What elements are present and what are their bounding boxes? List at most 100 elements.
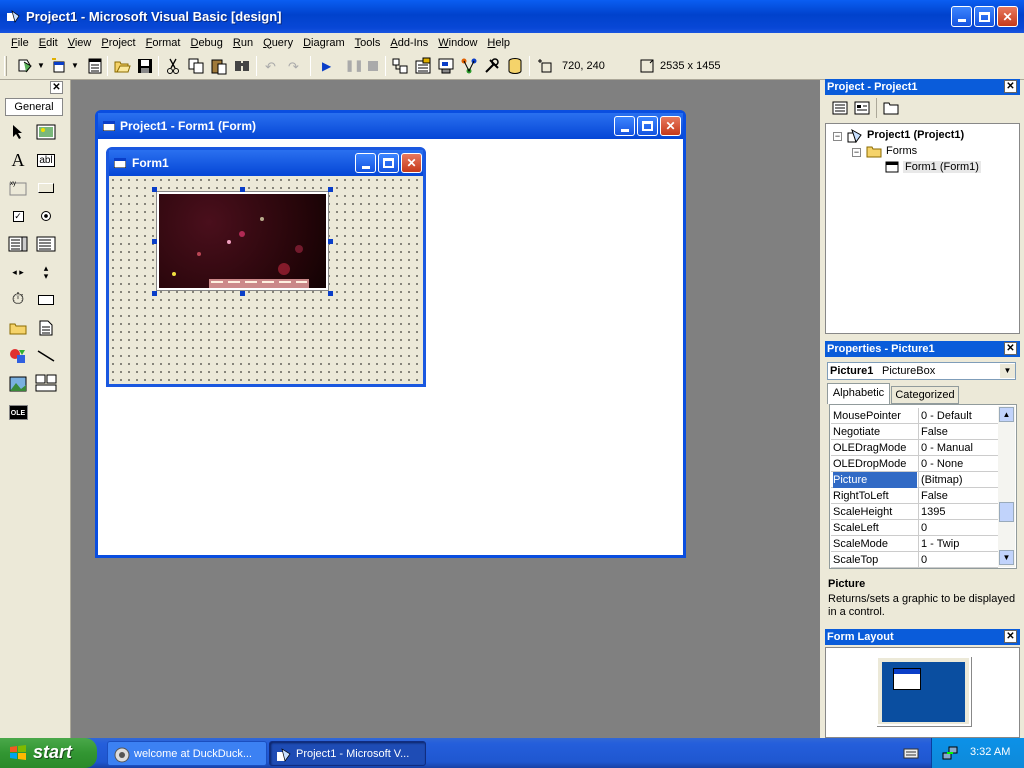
menu-query[interactable]: Query <box>258 37 298 49</box>
property-row[interactable]: RightToLeft False <box>831 488 998 504</box>
property-row[interactable]: ScaleHeight 1395 <box>831 504 998 520</box>
scroll-up-icon[interactable]: ▲ <box>999 407 1014 422</box>
dirlistbox-tool-icon[interactable] <box>7 317 29 339</box>
picturebox-tool-icon[interactable] <box>35 121 57 143</box>
line-tool-icon[interactable] <box>35 345 57 367</box>
view-object-icon[interactable] <box>854 101 870 115</box>
resize-handle[interactable] <box>152 291 157 296</box>
collapse-toggle-icon[interactable]: − <box>852 148 861 157</box>
toolbox-tab-general[interactable]: General <box>5 98 63 116</box>
data-view-icon[interactable] <box>506 57 524 75</box>
cut-icon[interactable] <box>164 57 182 75</box>
chevron-down-icon[interactable]: ▼ <box>1000 364 1015 378</box>
menu-debug[interactable]: Debug <box>185 37 227 49</box>
object-browser-icon[interactable] <box>460 57 478 75</box>
properties-panel-close-icon[interactable]: ✕ <box>1004 342 1017 355</box>
tab-categorized[interactable]: Categorized <box>891 386 959 404</box>
menu-format[interactable]: Format <box>141 37 186 49</box>
start-button[interactable]: start <box>0 738 97 768</box>
tab-alphabetic[interactable]: Alphabetic <box>827 383 890 404</box>
find-icon[interactable] <box>233 57 251 75</box>
scroll-down-icon[interactable]: ▼ <box>999 550 1014 565</box>
tree-project-node[interactable]: Project1 (Project1) <box>867 129 964 141</box>
property-row[interactable]: ScaleTop 0 <box>831 552 998 568</box>
properties-panel-title-bar[interactable]: Properties - Picture1 ✕ <box>825 341 1020 357</box>
app-title-bar[interactable]: Project1 - Microsoft Visual Basic [desig… <box>0 0 1024 33</box>
property-row[interactable]: ScaleLeft 0 <box>831 520 998 536</box>
property-row[interactable]: OLEDropMode 0 - None <box>831 456 998 472</box>
drivelistbox-tool-icon[interactable] <box>35 289 57 311</box>
resize-handle[interactable] <box>240 291 245 296</box>
redo-icon[interactable]: ↷ <box>288 59 299 75</box>
property-row[interactable]: MousePointer 0 - Default <box>831 408 998 424</box>
clock[interactable]: 3:32 AM <box>970 746 1010 758</box>
resize-handle[interactable] <box>152 239 157 244</box>
menu-view[interactable]: View <box>63 37 97 49</box>
optionbutton-tool-icon[interactable] <box>35 205 57 227</box>
add-project-icon[interactable] <box>16 57 34 75</box>
add-form-icon[interactable] <box>50 57 68 75</box>
maximize-button[interactable] <box>974 6 995 27</box>
dropdown-arrow-icon[interactable]: ▼ <box>71 61 79 70</box>
form-layout-icon[interactable] <box>437 57 455 75</box>
hscrollbar-tool-icon[interactable]: ◂ ▸ <box>7 261 29 283</box>
frame-tool-icon[interactable]: xy <box>7 177 29 199</box>
combobox-tool-icon[interactable] <box>7 233 29 255</box>
property-row[interactable]: OLEDragMode 0 - Manual <box>831 440 998 456</box>
collapse-toggle-icon[interactable]: − <box>833 132 842 141</box>
filelistbox-tool-icon[interactable] <box>35 317 57 339</box>
menu-addins[interactable]: Add-Ins <box>385 37 433 49</box>
dropdown-arrow-icon[interactable]: ▼ <box>37 61 45 70</box>
form1-title-bar[interactable]: Form1 ✕ <box>109 150 423 176</box>
resize-handle[interactable] <box>240 187 245 192</box>
textbox-tool-icon[interactable]: abl <box>35 149 57 171</box>
view-code-icon[interactable] <box>832 101 848 115</box>
task-visual-basic[interactable]: Project1 - Microsoft V... <box>269 741 426 766</box>
keyboard-icon[interactable] <box>903 746 919 760</box>
data-tool-icon[interactable] <box>35 373 57 395</box>
minimize-button[interactable] <box>951 6 972 27</box>
project-panel-close-icon[interactable]: ✕ <box>1004 80 1017 93</box>
property-row-selected[interactable]: Picture (Bitmap) <box>831 472 998 488</box>
break-icon[interactable]: ❚❚ <box>345 59 363 72</box>
close-button[interactable]: ✕ <box>997 6 1018 27</box>
menu-diagram[interactable]: Diagram <box>298 37 350 49</box>
form-layout-title-bar[interactable]: Form Layout ✕ <box>825 629 1020 645</box>
end-icon[interactable] <box>368 61 378 71</box>
resize-handle[interactable] <box>328 187 333 192</box>
designer-minimize-button[interactable] <box>614 116 635 136</box>
pointer-tool-icon[interactable] <box>7 121 29 143</box>
scroll-thumb[interactable] <box>999 502 1014 522</box>
image-tool-icon[interactable] <box>7 373 29 395</box>
start-run-icon[interactable]: ▶ <box>322 59 331 73</box>
ole-tool-icon[interactable]: OLE <box>7 401 29 423</box>
properties-window-icon[interactable] <box>414 57 432 75</box>
menu-tools[interactable]: Tools <box>350 37 386 49</box>
picture1-picturebox[interactable] <box>157 192 328 290</box>
menu-project[interactable]: Project <box>96 37 140 49</box>
menu-file[interactable]: File <box>6 37 34 49</box>
form-layout-close-icon[interactable]: ✕ <box>1004 630 1017 643</box>
listbox-tool-icon[interactable] <box>35 233 57 255</box>
object-selector-combo[interactable]: Picture1 PictureBox ▼ <box>827 362 1016 380</box>
timer-tool-icon[interactable]: ⏱ <box>7 289 29 311</box>
copy-icon[interactable] <box>187 57 205 75</box>
label-tool-icon[interactable]: A <box>7 149 29 171</box>
vscrollbar-tool-icon[interactable]: ▴ ▾ <box>35 261 57 283</box>
form-position-preview[interactable] <box>893 668 921 690</box>
open-project-icon[interactable] <box>113 57 131 75</box>
resize-handle[interactable] <box>328 291 333 296</box>
checkbox-tool-icon[interactable]: ✓ <box>7 205 29 227</box>
tree-form1-item[interactable]: Form1 (Form1) <box>903 161 981 173</box>
shape-tool-icon[interactable] <box>7 345 29 367</box>
paste-icon[interactable] <box>210 57 228 75</box>
toggle-folders-icon[interactable] <box>883 101 899 115</box>
project-panel-title-bar[interactable]: Project - Project1 ✕ <box>825 79 1020 95</box>
form-designer-title-bar[interactable]: Project1 - Form1 (Form) ✕ <box>98 113 683 139</box>
resize-handle[interactable] <box>152 187 157 192</box>
menu-edit[interactable]: Edit <box>34 37 63 49</box>
menu-window[interactable]: Window <box>433 37 482 49</box>
designer-close-button[interactable]: ✕ <box>660 116 681 136</box>
network-icon[interactable] <box>942 745 958 761</box>
undo-icon[interactable]: ↶ <box>265 59 276 75</box>
